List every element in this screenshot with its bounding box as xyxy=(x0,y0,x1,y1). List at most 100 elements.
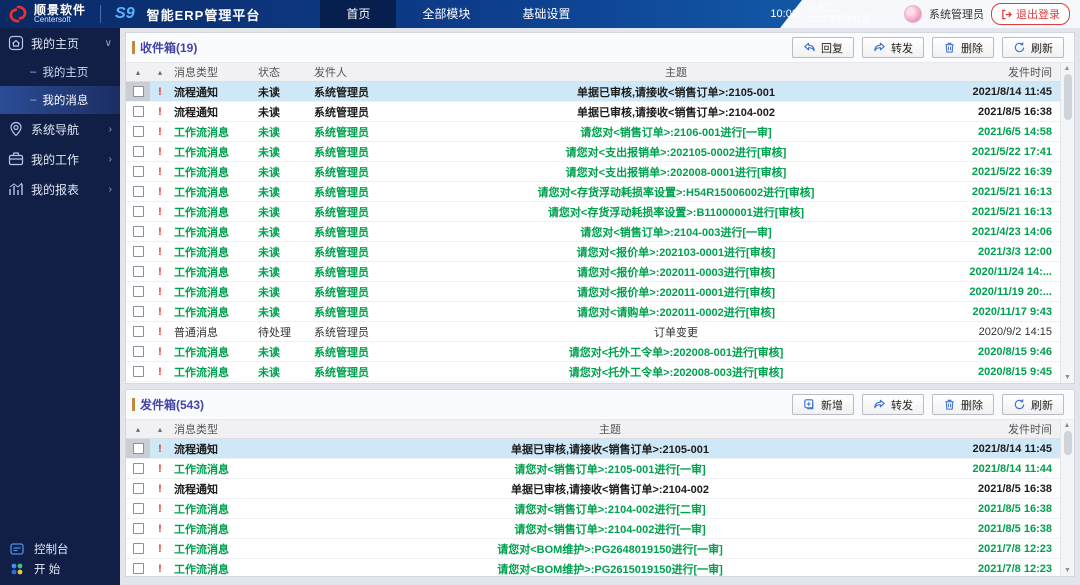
col-header-sender[interactable]: 发件人 xyxy=(310,64,402,80)
inbox-title-text: 收件箱(19) xyxy=(140,39,197,56)
col-header-subject[interactable]: 主题 xyxy=(270,421,950,437)
message-row[interactable]: !工作流消息未读系统管理员请您对<报价单>:202103-0001进行[审核]2… xyxy=(126,242,1060,262)
priority-flag-icon: ! xyxy=(150,543,170,555)
row-checkbox[interactable] xyxy=(133,463,144,474)
sidebar-item-my-reports[interactable]: 我的报表 › xyxy=(0,174,120,204)
scroll-up-icon[interactable]: ▲ xyxy=(1064,422,1072,429)
delete-button[interactable]: 删除 xyxy=(932,394,994,415)
message-row[interactable]: !工作流消息未读系统管理员请您对<托外工令单>:202008-003进行[审核]… xyxy=(126,362,1060,382)
row-checkbox[interactable] xyxy=(133,503,144,514)
message-row[interactable]: !工作流消息未读系统管理员请您对<存货浮动耗损率设置>:H54R15006002… xyxy=(126,182,1060,202)
sidebar-subitem-my-home[interactable]: – 我的主页 xyxy=(0,58,120,86)
sidebar-subitem-my-messages[interactable]: – 我的消息 xyxy=(0,86,120,114)
row-checkbox[interactable] xyxy=(133,126,144,137)
message-row[interactable]: !流程通知单据已审核,请接收<销售订单>:2104-0022021/8/5 16… xyxy=(126,479,1060,499)
nav-basic-settings[interactable]: 基础设置 xyxy=(496,0,596,28)
row-select-cell xyxy=(126,342,150,361)
outbox-scrollbar[interactable]: ▲ ▼ xyxy=(1060,420,1074,576)
inbox-scrollbar[interactable]: ▲ ▼ xyxy=(1060,63,1074,383)
row-checkbox[interactable] xyxy=(133,86,144,97)
message-row[interactable]: !流程通知单据已审核,请接收<销售订单>:2105-0012021/8/14 1… xyxy=(126,439,1060,459)
row-checkbox[interactable] xyxy=(133,483,144,494)
row-checkbox[interactable] xyxy=(133,523,144,534)
col-header-type[interactable]: 消息类型 xyxy=(170,421,270,437)
nav-home[interactable]: 首页 xyxy=(320,0,396,28)
message-row[interactable]: !工作流消息未读系统管理员请您对<报价单>:202011-0001进行[审核]2… xyxy=(126,282,1060,302)
message-row[interactable]: !工作流消息未读系统管理员请您对<报价单>:202011-0003进行[审核]2… xyxy=(126,262,1060,282)
priority-flag-icon: ! xyxy=(150,206,170,218)
row-select-cell xyxy=(126,142,150,161)
row-checkbox[interactable] xyxy=(133,166,144,177)
message-row[interactable]: !工作流消息未读系统管理员请您对<销售订单>:2106-001进行[一审]202… xyxy=(126,122,1060,142)
row-checkbox[interactable] xyxy=(133,366,144,377)
refresh-button[interactable]: 刷新 xyxy=(1002,394,1064,415)
priority-header[interactable]: ▴ xyxy=(150,68,170,77)
message-row[interactable]: !工作流消息未读系统管理员请您对<支出报销单>:202105-0002进行[审核… xyxy=(126,142,1060,162)
row-checkbox[interactable] xyxy=(133,186,144,197)
new-button[interactable]: 新增 xyxy=(792,394,854,415)
message-row[interactable]: !工作流消息未读系统管理员请您对<托外工令单>:202008-001进行[审核]… xyxy=(126,342,1060,362)
main-content: 收件箱(19) 回复 转发 删除 刷新 xyxy=(120,28,1080,585)
row-checkbox[interactable] xyxy=(133,306,144,317)
refresh-button[interactable]: 刷新 xyxy=(1002,37,1064,58)
scroll-thumb[interactable] xyxy=(1064,431,1072,455)
col-header-subject[interactable]: 主题 xyxy=(402,64,950,80)
row-checkbox[interactable] xyxy=(133,443,144,454)
row-checkbox[interactable] xyxy=(133,146,144,157)
reply-button[interactable]: 回复 xyxy=(792,37,854,58)
start-button[interactable]: 开 始 xyxy=(0,559,120,579)
cell-time: 2020/11/17 9:43 xyxy=(950,306,1060,318)
cell-sender: 系统管理员 xyxy=(310,104,402,120)
row-checkbox[interactable] xyxy=(133,543,144,554)
scroll-up-icon[interactable]: ▲ xyxy=(1064,65,1072,72)
priority-flag-icon: ! xyxy=(150,126,170,138)
delete-button[interactable]: 删除 xyxy=(932,37,994,58)
select-all-header[interactable]: ▴ xyxy=(126,63,150,81)
message-row[interactable]: !工作流消息未读系统管理员请您对<请购单>:202011-0002进行[审核]2… xyxy=(126,302,1060,322)
user-zone: 系统管理员 退出登录 xyxy=(904,3,1080,25)
col-header-type[interactable]: 消息类型 xyxy=(170,64,254,80)
sidebar-item-my-home[interactable]: 我的主页 ∨ xyxy=(0,28,120,58)
scroll-down-icon[interactable]: ▼ xyxy=(1064,374,1071,381)
cell-subject: 请您对<存货浮动耗损率设置>:B11000001进行[审核] xyxy=(402,204,950,220)
row-select-cell xyxy=(126,82,150,101)
console-button[interactable]: 控制台 xyxy=(0,539,120,559)
col-header-time[interactable]: 发件时间 xyxy=(950,421,1060,437)
sidebar-item-my-work[interactable]: 我的工作 › xyxy=(0,144,120,174)
message-row[interactable]: !工作流消息未读系统管理员请您对<销售订单>:2104-003进行[一审]202… xyxy=(126,222,1060,242)
message-row[interactable]: !工作流消息请您对<BOM维护>:PG2615019150进行[一审]2021/… xyxy=(126,559,1060,576)
priority-header[interactable]: ▴ xyxy=(150,425,170,434)
message-row[interactable]: !流程通知未读系统管理员单据已审核,请接收<销售订单>:2104-0022021… xyxy=(126,102,1060,122)
forward-button[interactable]: 转发 xyxy=(862,37,924,58)
row-checkbox[interactable] xyxy=(133,346,144,357)
cell-type: 工作流消息 xyxy=(170,224,254,240)
row-checkbox[interactable] xyxy=(133,106,144,117)
row-checkbox[interactable] xyxy=(133,563,144,574)
cell-type: 工作流消息 xyxy=(170,264,254,280)
delete-label: 删除 xyxy=(961,40,983,56)
message-row[interactable]: !普通消息待处理系统管理员订单变更2020/9/2 14:15 xyxy=(126,322,1060,342)
row-checkbox[interactable] xyxy=(133,226,144,237)
row-checkbox[interactable] xyxy=(133,286,144,297)
message-row[interactable]: !工作流消息未读系统管理员请您对<存货浮动耗损率设置>:B11000001进行[… xyxy=(126,202,1060,222)
col-header-time[interactable]: 发件时间 xyxy=(950,64,1060,80)
select-all-header[interactable]: ▴ xyxy=(126,420,150,438)
sidebar-item-system-nav[interactable]: 系统导航 › xyxy=(0,114,120,144)
message-row[interactable]: !工作流消息请您对<销售订单>:2105-001进行[一审]2021/8/14 … xyxy=(126,459,1060,479)
nav-all-modules[interactable]: 全部模块 xyxy=(396,0,496,28)
message-row[interactable]: !工作流消息请您对<BOM维护>:PG2648019150进行[一审]2021/… xyxy=(126,539,1060,559)
message-row[interactable]: !流程通知未读系统管理员单据已审核,请接收<销售订单>:2105-0012021… xyxy=(126,82,1060,102)
scroll-thumb[interactable] xyxy=(1064,74,1072,120)
scroll-down-icon[interactable]: ▼ xyxy=(1064,567,1071,574)
row-checkbox[interactable] xyxy=(133,266,144,277)
message-row[interactable]: !工作流消息请您对<销售订单>:2104-002进行[一审]2021/8/5 1… xyxy=(126,519,1060,539)
user-avatar[interactable] xyxy=(904,5,922,23)
logout-button[interactable]: 退出登录 xyxy=(991,3,1070,25)
forward-button[interactable]: 转发 xyxy=(862,394,924,415)
row-checkbox[interactable] xyxy=(133,246,144,257)
row-checkbox[interactable] xyxy=(133,326,144,337)
col-header-status[interactable]: 状态 xyxy=(254,64,310,80)
row-checkbox[interactable] xyxy=(133,206,144,217)
message-row[interactable]: !工作流消息请您对<销售订单>:2104-002进行[二审]2021/8/5 1… xyxy=(126,499,1060,519)
message-row[interactable]: !工作流消息未读系统管理员请您对<支出报销单>:202008-0001进行[审核… xyxy=(126,162,1060,182)
